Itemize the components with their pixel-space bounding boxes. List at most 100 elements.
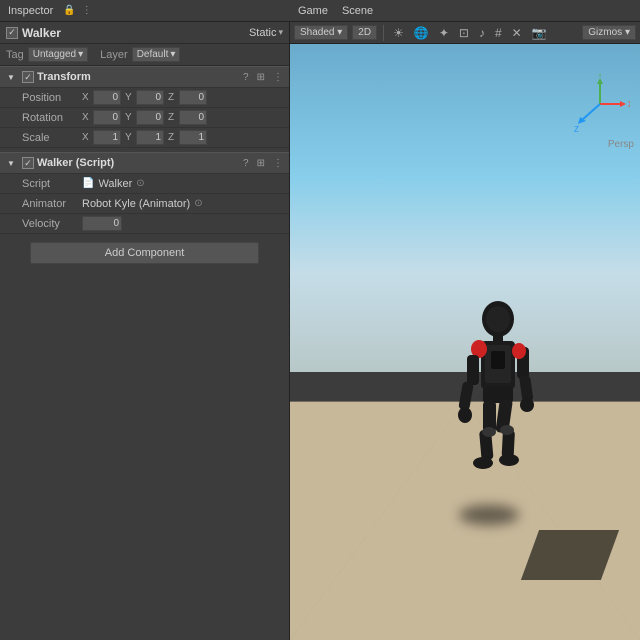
layer-chevron-icon: ▾ — [170, 49, 175, 60]
lock-icon[interactable]: 🔒 — [63, 5, 75, 16]
view-tab-area: Game Scene — [294, 5, 636, 17]
position-y-axis: Y — [125, 92, 135, 103]
animator-row: Animator Robot Kyle (Animator) ⊙ — [0, 194, 289, 214]
object-active-checkbox[interactable] — [6, 27, 18, 39]
scene-viewport[interactable]: Y X Z Persp — [290, 44, 640, 640]
scale-label: Scale — [22, 132, 82, 144]
add-component-button[interactable]: Add Component — [30, 242, 259, 264]
velocity-label: Velocity — [22, 218, 82, 230]
rotation-z-field: Z — [168, 110, 207, 125]
position-z-axis: Z — [168, 92, 178, 103]
svg-text:X: X — [628, 100, 630, 109]
transform-checkbox[interactable]: ✓ — [22, 71, 34, 83]
position-x-field: X — [82, 90, 121, 105]
walker-script-section-header[interactable]: ✓ Walker (Script) ? ⊞ ⋮ — [0, 152, 289, 174]
main-layout: Walker Static ▾ Tag Untagged ▾ Layer Def… — [0, 22, 640, 640]
script-value-area: 📄 Walker ⊙ — [82, 178, 281, 190]
scale-y-input[interactable] — [136, 130, 164, 145]
scale-z-axis: Z — [168, 132, 178, 143]
gizmos-button[interactable]: Gizmos ▾ — [582, 25, 636, 40]
add-component-row: Add Component — [0, 234, 289, 272]
scene-tab[interactable]: Scene — [338, 5, 377, 17]
fx-icon-btn[interactable]: ✦ — [436, 25, 452, 41]
scale-y-axis: Y — [125, 132, 135, 143]
scale-x-field: X — [82, 130, 121, 145]
position-x-axis: X — [82, 92, 92, 103]
animator-link-icon[interactable]: ⊙ — [194, 198, 202, 209]
rotation-label: Rotation — [22, 112, 82, 124]
object-name-row: Walker Static ▾ — [0, 22, 289, 44]
camera-icon-btn[interactable]: ✕ — [509, 25, 525, 41]
shaded-label: Shaded — [300, 27, 334, 38]
inspector-tab-area: Inspector 🔒 ⋮ — [4, 5, 294, 17]
velocity-input[interactable] — [82, 216, 122, 231]
transform-settings-btn[interactable]: ⊞ — [255, 72, 267, 83]
render-icon-btn[interactable]: 📷 — [529, 25, 550, 41]
walker-help-btn[interactable]: ? — [241, 158, 251, 169]
inspector-tab-label[interactable]: Inspector — [4, 5, 57, 17]
transform-title: Transform — [37, 71, 241, 83]
scale-y-field: Y — [125, 130, 164, 145]
animator-value: Robot Kyle (Animator) — [82, 198, 190, 210]
position-z-input[interactable] — [179, 90, 207, 105]
walker-settings-btn[interactable]: ⊞ — [255, 158, 267, 169]
grid-icon-btn[interactable]: # — [492, 25, 505, 41]
rotation-z-input[interactable] — [179, 110, 207, 125]
tag-chevron-icon: ▾ — [78, 49, 83, 60]
gizmos-label: Gizmos — [588, 27, 622, 38]
game-tab[interactable]: Game — [294, 5, 332, 17]
scene-icon-btn[interactable]: ⊡ — [456, 25, 472, 41]
rotation-row: Rotation X Y Z — [0, 108, 289, 128]
script-label: Script — [22, 178, 82, 190]
static-label: Static — [249, 27, 277, 39]
position-fields: X Y Z — [82, 90, 281, 105]
top-bar: Inspector 🔒 ⋮ Game Scene — [0, 0, 640, 22]
animator-value-area: Robot Kyle (Animator) ⊙ — [82, 198, 281, 210]
walker-checkbox[interactable]: ✓ — [22, 157, 34, 169]
position-y-field: Y — [125, 90, 164, 105]
lighting-icon-btn[interactable]: ☀ — [390, 25, 407, 41]
rotation-y-field: Y — [125, 110, 164, 125]
script-link-icon[interactable]: ⊙ — [136, 178, 144, 189]
scale-x-input[interactable] — [93, 130, 121, 145]
static-dropdown-icon[interactable]: ▾ — [278, 27, 283, 38]
layer-dropdown[interactable]: Default ▾ — [132, 47, 181, 62]
inspector-more-icon[interactable]: ⋮ — [82, 5, 92, 16]
shaded-dropdown[interactable]: Shaded ▾ — [294, 25, 348, 40]
script-row: Script 📄 Walker ⊙ — [0, 174, 289, 194]
tag-value: Untagged — [33, 49, 76, 60]
position-z-field: Z — [168, 90, 207, 105]
layer-label: Layer — [100, 49, 128, 61]
velocity-value-area — [82, 216, 281, 231]
skybox-icon-btn[interactable]: 🌐 — [411, 25, 432, 41]
transform-help-btn[interactable]: ? — [241, 72, 251, 83]
scene-background: Y X Z Persp — [290, 44, 640, 640]
scale-z-field: Z — [168, 130, 207, 145]
rotation-x-field: X — [82, 110, 121, 125]
tag-label: Tag — [6, 49, 24, 61]
layer-value: Default — [137, 49, 169, 60]
scale-x-axis: X — [82, 132, 92, 143]
rotation-x-input[interactable] — [93, 110, 121, 125]
rotation-z-axis: Z — [168, 112, 178, 123]
position-y-input[interactable] — [136, 90, 164, 105]
rotation-y-input[interactable] — [136, 110, 164, 125]
right-panel: Shaded ▾ 2D ☀ 🌐 ✦ ⊡ ♪ # ✕ 📷 Gizmos ▾ — [290, 22, 640, 640]
walker-more-btn[interactable]: ⋮ — [271, 158, 285, 169]
transform-controls: ? ⊞ ⋮ — [241, 72, 285, 83]
toolbar-separator-1 — [383, 25, 384, 41]
scale-z-input[interactable] — [179, 130, 207, 145]
transform-expand-icon — [4, 70, 18, 84]
animator-label: Animator — [22, 198, 82, 210]
walker-controls: ? ⊞ ⋮ — [241, 158, 285, 169]
audio-icon-btn[interactable]: ♪ — [476, 25, 488, 41]
script-name: Walker — [98, 178, 132, 190]
scale-row: Scale X Y Z — [0, 128, 289, 148]
tag-dropdown[interactable]: Untagged ▾ — [28, 47, 88, 62]
transform-section-header[interactable]: ✓ Transform ? ⊞ ⋮ — [0, 66, 289, 88]
velocity-row: Velocity — [0, 214, 289, 234]
transform-more-btn[interactable]: ⋮ — [271, 72, 285, 83]
position-x-input[interactable] — [93, 90, 121, 105]
walker-expand-icon — [4, 156, 18, 170]
2d-button[interactable]: 2D — [352, 25, 377, 40]
